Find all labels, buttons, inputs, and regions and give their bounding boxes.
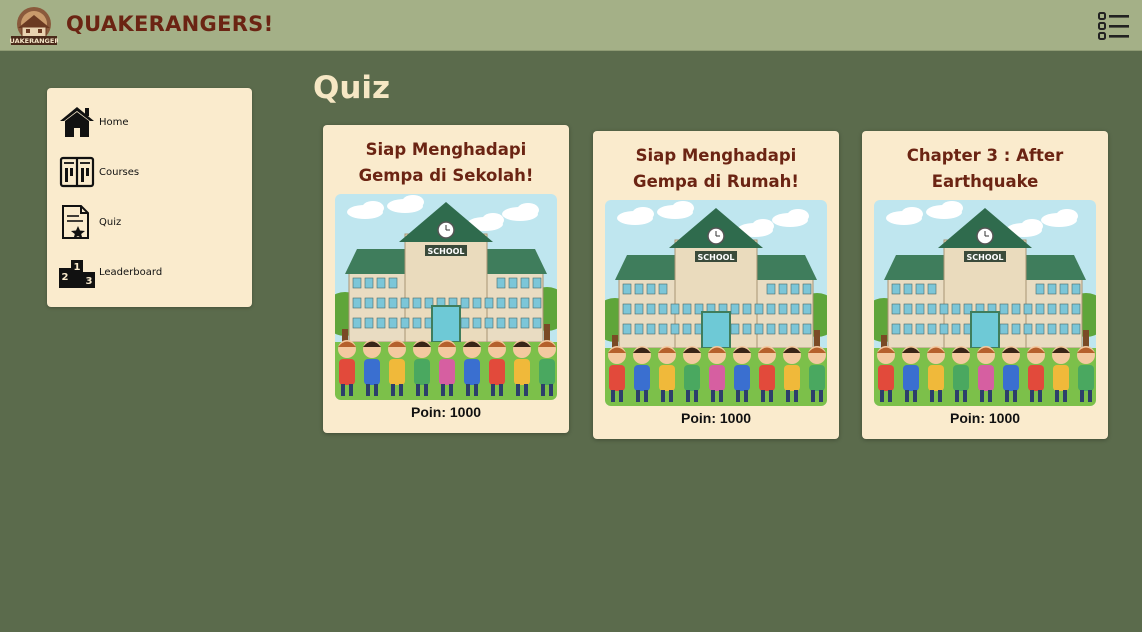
card-points: Poin: 1000 xyxy=(410,404,482,420)
card-title: Siap Menghadapi Gempa di Sekolah! xyxy=(323,137,569,189)
logo-text: QUAKERANGERS xyxy=(10,37,58,45)
sidebar: Home Courses Quiz 2 1 3 Leaderboard xyxy=(47,88,252,307)
card-title-line1: Chapter 3 : After xyxy=(906,146,1064,165)
top-bar: QUAKERANGERS QUAKERANGERS! xyxy=(0,0,1142,51)
sidebar-item-leaderboard[interactable]: 2 1 3 Leaderboard xyxy=(59,252,239,292)
quiz-card-rumah[interactable]: Siap Menghadapi Gempa di Rumah! SCHOOL P… xyxy=(593,131,839,439)
card-title: Chapter 3 : After Earthquake xyxy=(862,143,1108,195)
school-illustration: SCHOOL xyxy=(874,200,1096,406)
card-title-line2: Gempa di Rumah! xyxy=(633,172,799,191)
school-illustration: SCHOOL xyxy=(335,194,557,400)
school-sign-text: SCHOOL xyxy=(697,253,734,262)
sidebar-item-label: Quiz xyxy=(99,216,122,228)
card-points: Poin: 1000 xyxy=(680,410,752,426)
card-title-line1: Siap Menghadapi xyxy=(635,146,797,165)
school-sign-text: SCHOOL xyxy=(966,253,1003,262)
sidebar-item-label: Courses xyxy=(99,166,140,178)
sidebar-item-courses[interactable]: Courses xyxy=(59,152,239,192)
card-points: Poin: 1000 xyxy=(949,410,1021,426)
sidebar-item-label: Home xyxy=(99,116,129,128)
sidebar-item-quiz[interactable]: Quiz xyxy=(59,202,239,242)
quiz-card-sekolah[interactable]: Siap Menghadapi Gempa di Sekolah! SCHOOL… xyxy=(323,125,569,433)
card-title-line2: Earthquake xyxy=(931,172,1039,191)
podium-icon: 2 1 3 xyxy=(59,260,95,288)
house-logo[interactable]: QUAKERANGERS xyxy=(10,6,58,46)
quiz-document-icon xyxy=(62,205,89,239)
book-icon xyxy=(59,156,95,188)
brand-name: QUAKERANGERS! xyxy=(66,12,274,36)
card-title-line1: Siap Menghadapi xyxy=(365,140,527,159)
svg-text:3: 3 xyxy=(86,276,93,287)
school-sign-text: SCHOOL xyxy=(427,247,464,256)
quiz-card-chapter-3[interactable]: Chapter 3 : After Earthquake SCHOOL Poin… xyxy=(862,131,1108,439)
svg-text:2: 2 xyxy=(62,272,69,283)
sidebar-item-label: Leaderboard xyxy=(99,266,163,278)
page-title: Quiz xyxy=(313,70,391,106)
list-menu-icon[interactable] xyxy=(1097,11,1131,41)
card-title: Siap Menghadapi Gempa di Rumah! xyxy=(593,143,839,195)
card-title-line2: Gempa di Sekolah! xyxy=(358,166,534,185)
sidebar-item-home[interactable]: Home xyxy=(59,102,239,142)
svg-text:1: 1 xyxy=(74,262,81,273)
school-illustration: SCHOOL xyxy=(605,200,827,406)
home-icon xyxy=(60,107,94,137)
